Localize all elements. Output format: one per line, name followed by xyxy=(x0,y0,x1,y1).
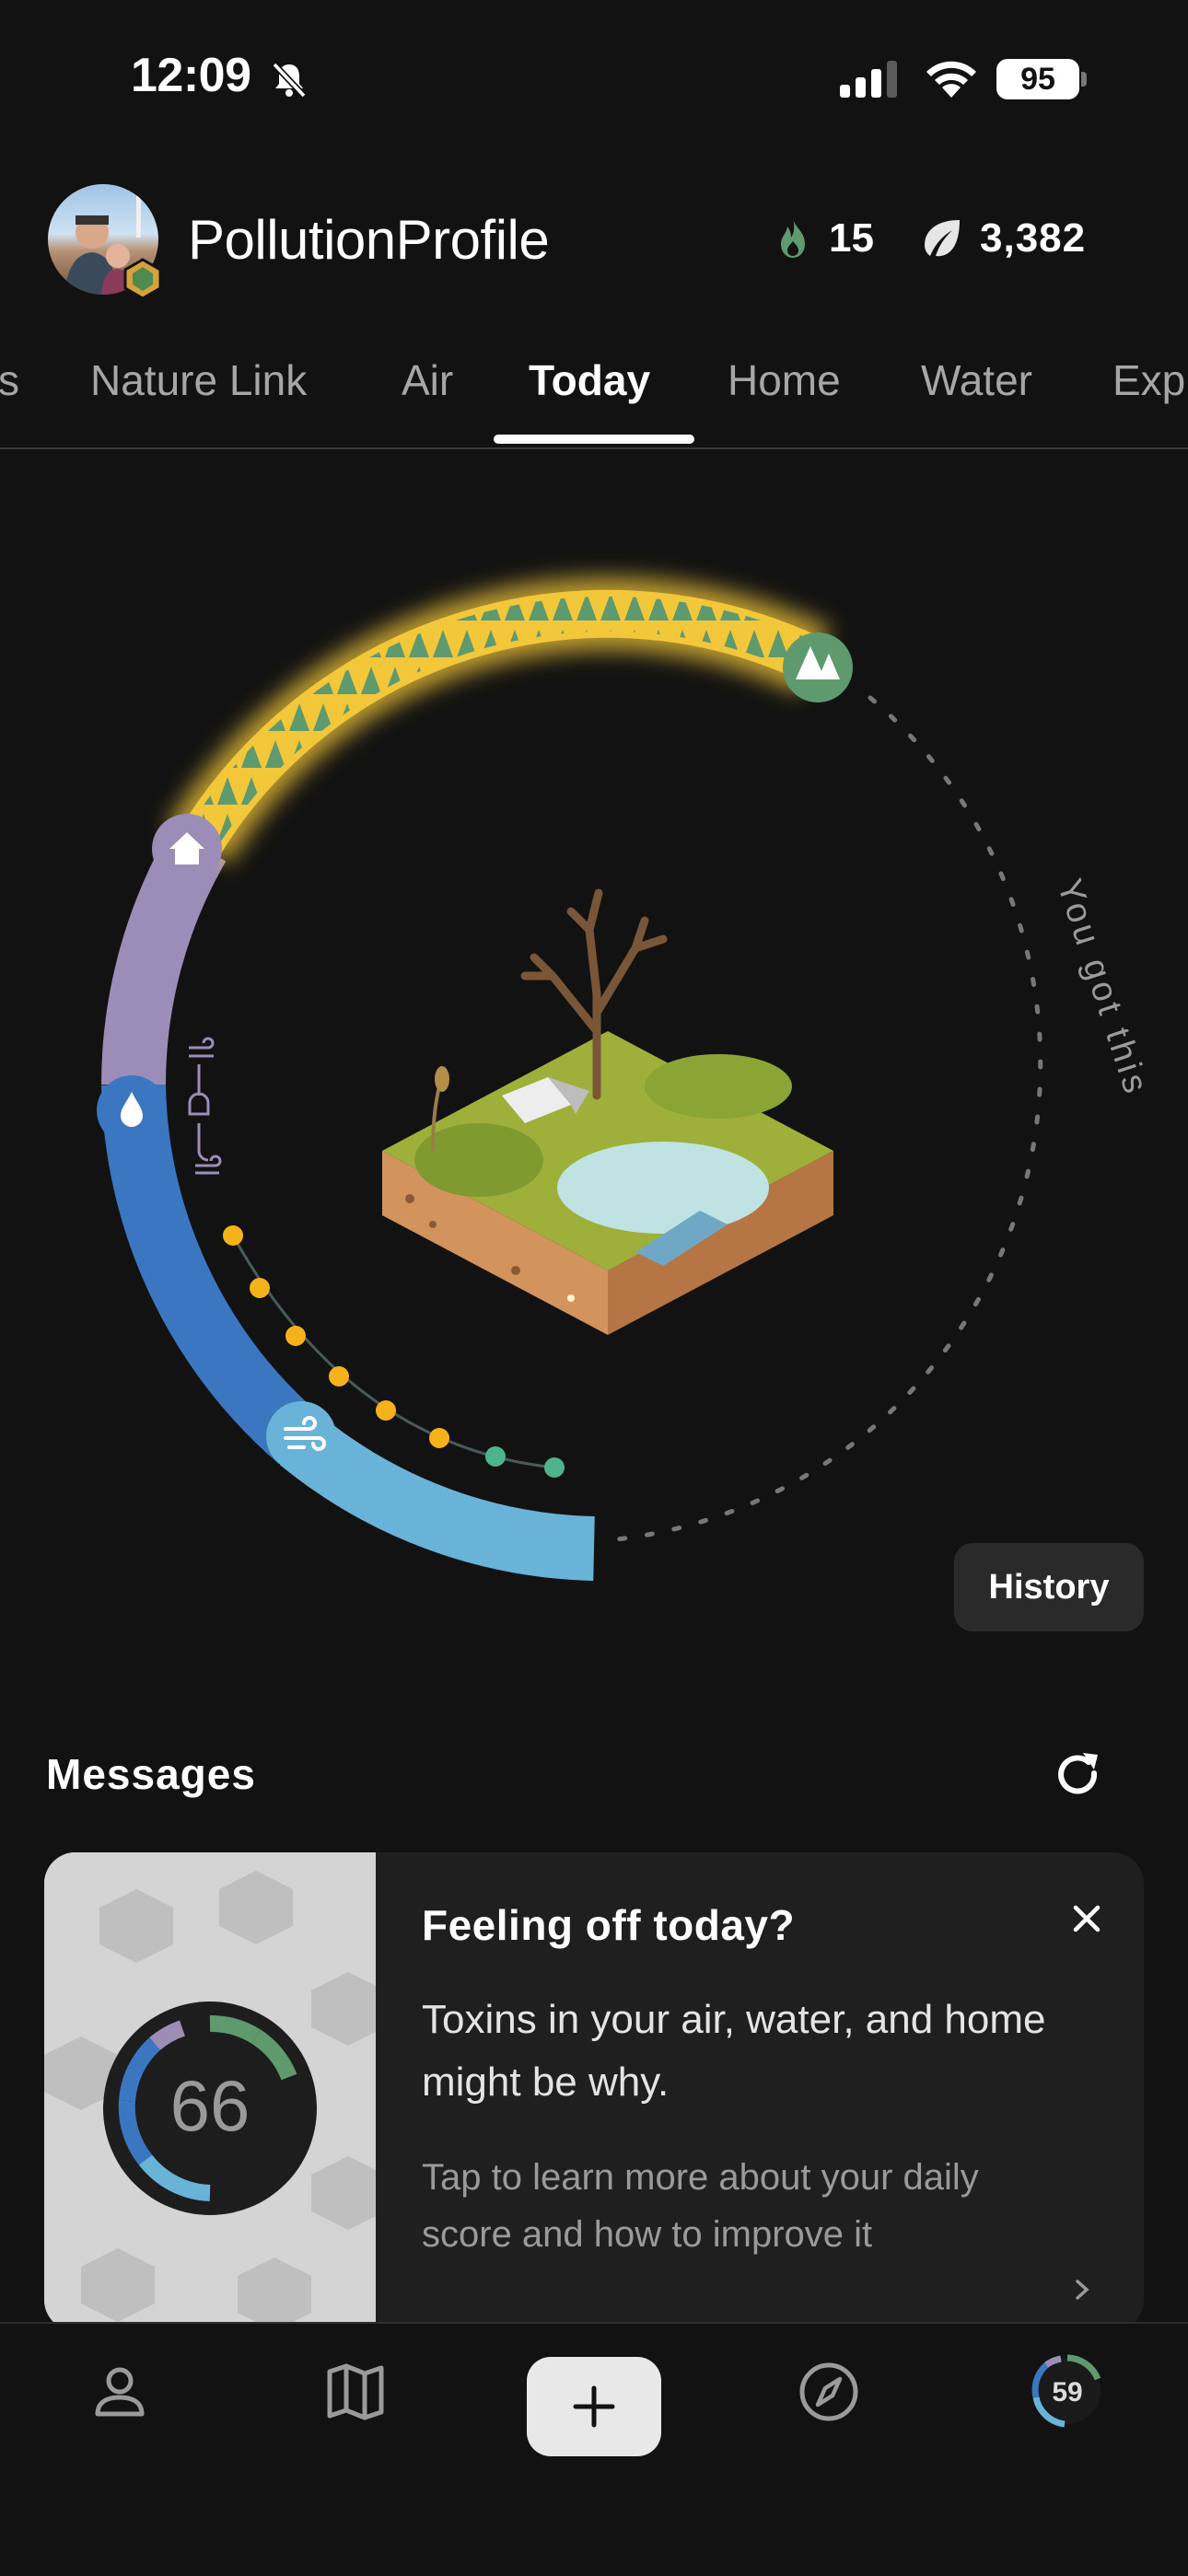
card-score: 66 xyxy=(170,2065,250,2146)
chevron-right-icon[interactable] xyxy=(1070,2276,1094,2308)
history-button[interactable]: History xyxy=(954,1543,1144,1631)
tab-exposure-partial[interactable]: Exp xyxy=(1112,355,1185,405)
leaf-points-icon xyxy=(919,215,965,266)
wifi-icon xyxy=(923,57,980,104)
tab-home[interactable]: Home xyxy=(728,355,841,405)
battery-level: 95 xyxy=(1020,61,1055,97)
tab-air[interactable]: Air xyxy=(402,355,453,405)
streak-flame-icon xyxy=(770,215,816,266)
cellular-signal-icon xyxy=(840,61,904,102)
card-title: Feeling off today? xyxy=(422,1901,796,1949)
plus-icon xyxy=(573,2385,615,2428)
home-breakdown-icons xyxy=(188,1037,222,1175)
card-thumbnail: 66 xyxy=(44,1852,385,2331)
tab-divider xyxy=(0,447,1188,449)
card-subtext: Tap to learn more about your daily score… xyxy=(422,2157,979,2255)
messages-heading: Messages xyxy=(46,1750,256,1798)
water-segment xyxy=(101,1084,321,1465)
tab-nature-link[interactable]: Nature Link xyxy=(90,355,307,405)
daily-score-ring[interactable]: You got this xyxy=(0,516,1188,1620)
water-drop-icon xyxy=(97,1075,167,1145)
refresh-icon[interactable] xyxy=(1048,1746,1107,1809)
streak-count: 15 xyxy=(829,215,874,261)
explore-compass-icon[interactable] xyxy=(796,2359,862,2430)
air-wind-icon xyxy=(266,1401,336,1471)
battery-indicator: 95 xyxy=(996,59,1079,99)
level-badge-icon xyxy=(122,258,164,300)
profile-name[interactable]: PollutionProfile xyxy=(188,208,550,272)
profile-person-icon[interactable] xyxy=(87,2359,153,2430)
bottom-navigation: 59 xyxy=(0,2322,1188,2576)
map-icon[interactable] xyxy=(322,2359,389,2430)
hexagon-background: 66 xyxy=(44,1852,385,2331)
card-body: Toxins in your air, water, and home migh… xyxy=(422,1997,1046,2105)
nav-score: 59 xyxy=(1052,2377,1082,2408)
message-card[interactable]: 66 Feeling off today? Toxins in your air… xyxy=(44,1852,1144,2331)
score-ring-nav[interactable]: 59 xyxy=(1028,2351,1107,2435)
home-icon xyxy=(152,814,222,884)
category-tabs: s Nature Link Air Today Home Water Exp xyxy=(0,342,1188,449)
tab-today[interactable]: Today xyxy=(529,355,650,405)
battery-cap xyxy=(1081,72,1087,87)
active-tab-indicator xyxy=(494,435,694,444)
bell-muted-icon xyxy=(269,59,309,104)
status-time: 12:09 xyxy=(131,49,251,102)
nature-tree-icon xyxy=(783,632,853,702)
land-tile-illustration xyxy=(382,888,833,1335)
air-segment xyxy=(279,1414,596,1581)
add-button[interactable] xyxy=(527,2357,661,2456)
tab-partial-left[interactable]: s xyxy=(0,355,19,405)
points-count: 3,382 xyxy=(980,215,1087,261)
tab-water[interactable]: Water xyxy=(921,355,1032,405)
motivation-text: You got this xyxy=(1049,875,1156,1101)
close-icon[interactable] xyxy=(1066,1898,1107,1944)
